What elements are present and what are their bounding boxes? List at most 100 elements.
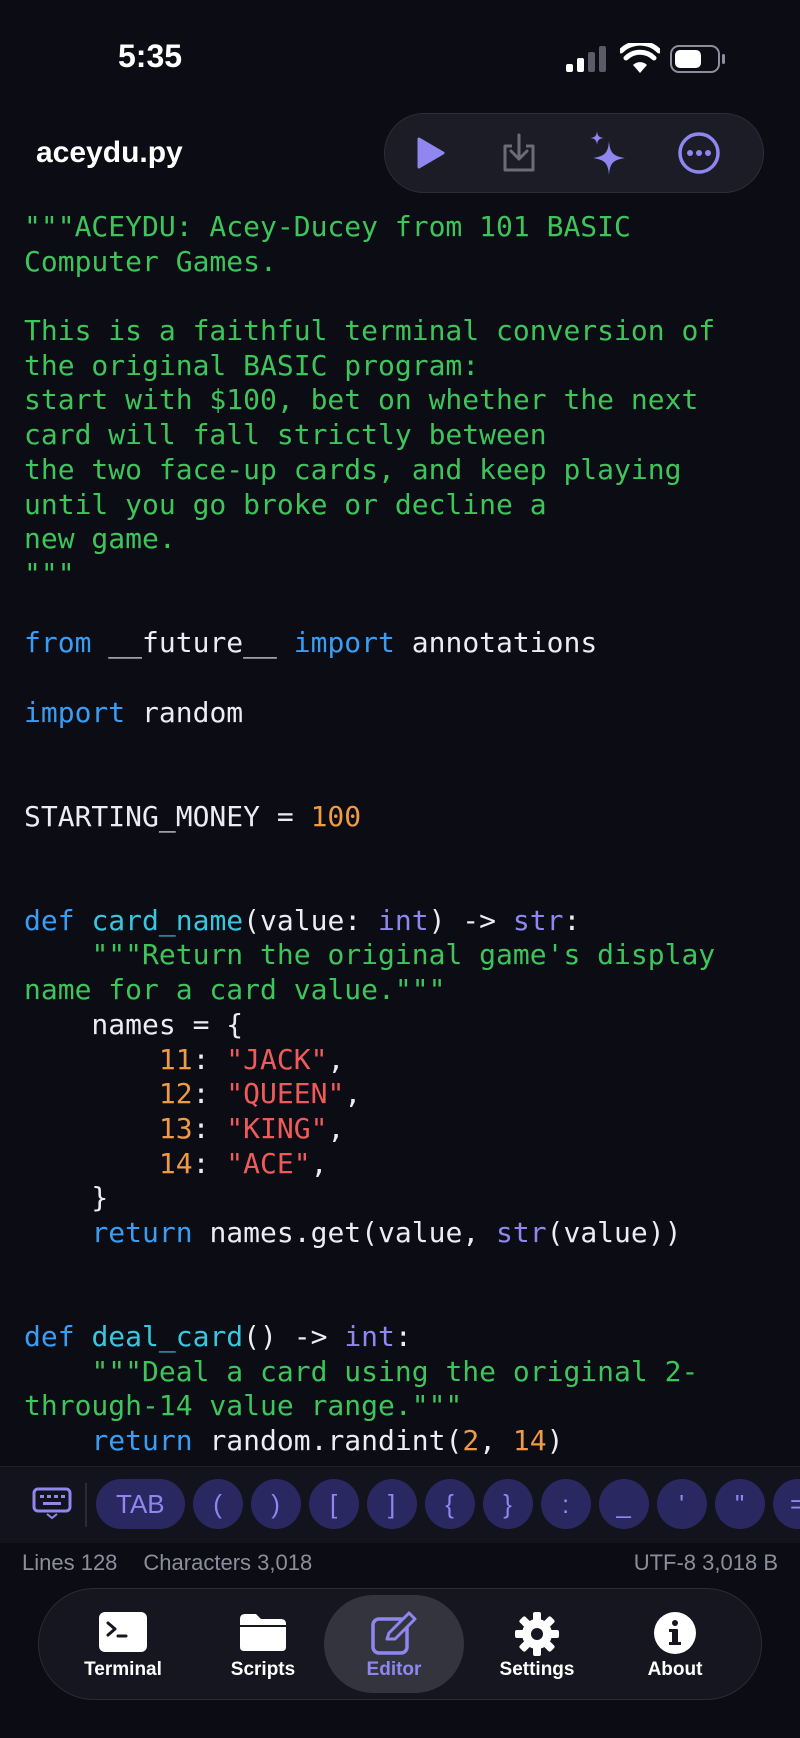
code-line[interactable]: """Deal a card using the original 2- <box>24 1355 800 1390</box>
code-token: start with $100, bet on whether the next <box>24 383 699 417</box>
code-line[interactable]: """ACEYDU: Acey-Ducey from 101 BASIC <box>24 210 800 245</box>
code-line[interactable] <box>24 1251 800 1286</box>
code-token: 100 <box>310 799 362 833</box>
battery-icon <box>670 45 725 73</box>
code-token: def <box>24 1320 75 1353</box>
tab-label: About <box>647 1659 703 1680</box>
code-token: """Return the original game's display <box>91 938 716 972</box>
code-token: random.randint( <box>192 1424 463 1458</box>
code-token: deal_card <box>91 1320 244 1353</box>
code-line[interactable]: Computer Games. <box>24 245 800 280</box>
code-line[interactable] <box>24 834 800 869</box>
keyboard-icon[interactable] <box>32 1487 72 1519</box>
tab-about[interactable]: About <box>605 1589 745 1699</box>
file-title: aceydu.py <box>36 136 183 169</box>
play-icon <box>417 137 445 169</box>
accessory-key[interactable]: = <box>772 1479 800 1529</box>
code-line[interactable]: def deal_card() -> int: <box>24 1320 800 1355</box>
folder-icon <box>240 1614 286 1651</box>
code-token: () -> <box>243 1320 345 1353</box>
code-line[interactable]: return random.randint(2, 14) <box>24 1424 800 1459</box>
code-line[interactable]: import random <box>24 696 800 731</box>
code-line[interactable] <box>24 279 800 314</box>
code-line[interactable]: the original BASIC program: <box>24 349 800 384</box>
code-line[interactable]: 14: "ACE", <box>24 1147 800 1182</box>
code-token: : <box>394 1320 412 1353</box>
accessory-key[interactable]: { <box>424 1479 475 1529</box>
accessory-key[interactable]: " <box>714 1479 765 1529</box>
code-token: (value)) <box>546 1215 682 1249</box>
tab-bar: Terminal Scripts Editor Settings About <box>38 1588 762 1700</box>
code-line[interactable]: 13: "KING", <box>24 1112 800 1147</box>
code-line[interactable] <box>24 592 800 627</box>
keyboard-accessory-bar: TAB()[]{}:_'"= <box>0 1466 800 1543</box>
code-line[interactable] <box>24 765 800 800</box>
code-token: : <box>563 903 581 937</box>
accessory-divider <box>85 1483 87 1527</box>
code-token: names = { <box>24 1007 244 1041</box>
code-line[interactable]: 12: "QUEEN", <box>24 1077 800 1112</box>
accessory-key[interactable]: [ <box>308 1479 359 1529</box>
code-line[interactable]: the two face-up cards, and keep playing <box>24 453 800 488</box>
code-token: until you go broke or decline a <box>24 487 547 521</box>
code-line[interactable] <box>24 661 800 696</box>
code-line[interactable]: def card_name(value: int) -> str: <box>24 904 800 939</box>
code-line[interactable]: through-14 value range.""" <box>24 1389 800 1424</box>
export-button[interactable] <box>495 129 543 177</box>
code-line[interactable] <box>24 730 800 765</box>
code-token: , <box>479 1424 513 1458</box>
accessory-key[interactable]: ' <box>656 1479 707 1529</box>
accessory-key[interactable]: _ <box>598 1479 649 1529</box>
run-button[interactable] <box>405 129 453 177</box>
accessory-key[interactable]: : <box>540 1479 591 1529</box>
code-line[interactable]: card will fall strictly between <box>24 418 800 453</box>
accessory-key[interactable]: } <box>482 1479 533 1529</box>
code-token: ) -> <box>428 903 513 937</box>
accessory-key[interactable]: ( <box>192 1479 243 1529</box>
code-token: """ <box>24 556 75 590</box>
code-token: __future__ <box>91 626 294 660</box>
accessory-key[interactable]: ] <box>366 1479 417 1529</box>
code-line[interactable]: until you go broke or decline a <box>24 488 800 523</box>
code-line[interactable]: new game. <box>24 522 800 557</box>
code-line[interactable]: names = { <box>24 1008 800 1043</box>
tab-terminal[interactable]: Terminal <box>53 1589 193 1699</box>
more-button[interactable] <box>675 129 723 177</box>
code-token: random <box>125 695 244 729</box>
tab-scripts[interactable]: Scripts <box>193 1589 333 1699</box>
code-line[interactable]: This is a faithful terminal conversion o… <box>24 314 800 349</box>
code-line[interactable]: start with $100, bet on whether the next <box>24 383 800 418</box>
code-token: name for a card value.""" <box>24 973 446 1007</box>
tab-label: Terminal <box>84 1659 162 1680</box>
code-line[interactable]: from __future__ import annotations <box>24 626 800 661</box>
code-token: str <box>512 903 564 937</box>
accessory-key[interactable]: ) <box>250 1479 301 1529</box>
code-token: return <box>91 1215 193 1249</box>
code-line[interactable]: """ <box>24 557 800 592</box>
tab-label: Scripts <box>230 1659 296 1680</box>
download-icon <box>503 133 535 172</box>
tab-settings[interactable]: Settings <box>467 1589 607 1699</box>
code-line[interactable]: return names.get(value, str(value)) <box>24 1216 800 1251</box>
code-token: 14 <box>512 1424 547 1458</box>
accessory-key[interactable]: TAB <box>96 1479 185 1529</box>
tab-editor[interactable]: Editor <box>324 1595 464 1693</box>
code-token: return <box>91 1424 193 1458</box>
code-line[interactable]: } <box>24 1181 800 1216</box>
code-line[interactable]: 11: "JACK", <box>24 1043 800 1078</box>
code-line[interactable]: """Return the original game's display <box>24 938 800 973</box>
code-token: """Deal a card using the original 2- <box>91 1354 699 1388</box>
code-token: str <box>496 1215 547 1249</box>
code-line[interactable] <box>24 869 800 904</box>
code-line[interactable] <box>24 1285 800 1320</box>
ai-assist-button[interactable] <box>585 129 633 177</box>
code-editor[interactable]: """ACEYDU: Acey-Ducey from 101 BASIC Comp… <box>24 210 800 1465</box>
code-line[interactable]: STARTING_MONEY = 100 <box>24 800 800 835</box>
code-token: Computer Games. <box>24 244 277 278</box>
character-count: Characters 3,018 <box>143 1550 313 1575</box>
code-line[interactable]: name for a card value.""" <box>24 973 800 1008</box>
